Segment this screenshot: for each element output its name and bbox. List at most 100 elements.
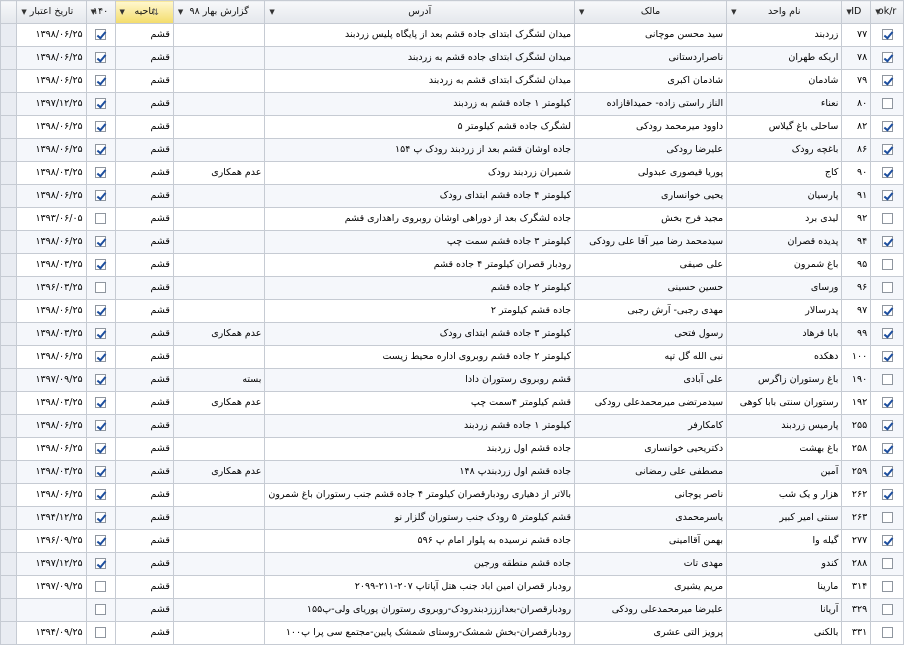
checkbox-ok[interactable] bbox=[881, 259, 893, 270]
table-row[interactable]: ۱۳۹۷/۱۲/۲۵ قشم کیلومتر ۱ جاده قشم به زردبن… bbox=[0, 92, 904, 116]
table-row[interactable]: ۱۳۹۴/۰۹/۲۵ قشم رودبارقصران-بخش شمشک-روستای… bbox=[0, 621, 904, 645]
cell-date[interactable]: ۱۳۹۸/۰۶/۲۵ bbox=[16, 46, 87, 70]
column-header-ok[interactable]: ▼ ok/r bbox=[870, 0, 904, 24]
row-selector[interactable] bbox=[0, 46, 18, 70]
cell-ok[interactable] bbox=[870, 253, 904, 277]
cell-140[interactable] bbox=[85, 69, 116, 93]
table-row[interactable]: ۱۳۹۸/۰۳/۲۵ قشم عدم همکاری قشم کیلومتر ۴سمت … bbox=[0, 391, 904, 415]
cell-address[interactable]: قشم روبروی رستوران دادا bbox=[264, 368, 576, 392]
row-selector[interactable] bbox=[0, 115, 18, 139]
cell-address[interactable]: جاده لشگرک بعد از دوراهی اوشان روبروی را… bbox=[264, 207, 576, 231]
checkbox-ok[interactable] bbox=[881, 305, 893, 316]
cell-unit[interactable]: باغ بهشت bbox=[726, 437, 843, 461]
checkbox-ok[interactable] bbox=[881, 604, 893, 615]
cell-address[interactable]: لشگرک جاده قشم کیلومتر ۵ bbox=[264, 115, 576, 139]
cell-id[interactable]: ۱۹۰ bbox=[841, 368, 872, 392]
table-row[interactable]: ۱۳۹۸/۰۶/۲۵ قشم میدان لشگرک ابتدای جاده قشم… bbox=[0, 46, 904, 70]
cell-id[interactable]: ۹۰ bbox=[841, 161, 872, 185]
cell-unit[interactable]: هزار و یک شب bbox=[726, 483, 843, 507]
cell-id[interactable]: ۲۵۵ bbox=[841, 414, 872, 438]
cell-region[interactable]: قشم bbox=[114, 621, 174, 645]
row-selector[interactable] bbox=[0, 414, 18, 438]
cell-unit[interactable]: پدیده قصران bbox=[726, 230, 843, 254]
cell-unit[interactable]: مارینا bbox=[726, 575, 843, 599]
cell-report[interactable] bbox=[172, 345, 266, 369]
table-row[interactable]: ۱۳۹۸/۰۶/۲۵ قشم کیلومتر ۳ جاده قشم سمت چپ سی… bbox=[0, 230, 904, 254]
cell-owner[interactable]: مصطفی علی رمضانی bbox=[574, 460, 728, 484]
table-row[interactable]: ۱۳۹۴/۱۲/۲۵ قشم قشم کیلومتر ۵ رودک جنب رستو… bbox=[0, 506, 904, 530]
cell-ok[interactable] bbox=[870, 184, 904, 208]
checkbox-140[interactable] bbox=[95, 282, 107, 293]
cell-report[interactable] bbox=[172, 437, 266, 461]
cell-address[interactable]: کیلومتر ۲ جاده قشم bbox=[264, 276, 576, 300]
checkbox-140[interactable] bbox=[95, 144, 107, 155]
cell-address[interactable]: میدان لشگرک ابتدای قشم به زردبند bbox=[264, 69, 576, 93]
dropdown-arrow-icon[interactable]: ▼ bbox=[731, 2, 736, 23]
cell-id[interactable]: ۲۸۸ bbox=[841, 552, 872, 576]
checkbox-ok[interactable] bbox=[881, 443, 893, 454]
checkbox-140[interactable] bbox=[95, 374, 107, 385]
row-selector[interactable] bbox=[0, 276, 18, 300]
cell-region[interactable]: قشم bbox=[114, 322, 174, 346]
cell-ok[interactable] bbox=[870, 529, 904, 553]
cell-owner[interactable]: شادمان اکبری bbox=[574, 69, 728, 93]
cell-date[interactable]: ۱۳۹۴/۱۲/۲۵ bbox=[16, 506, 87, 530]
row-selector[interactable] bbox=[0, 621, 18, 645]
table-row[interactable]: ۱۳۹۸/۰۶/۲۵ قشم جاده اوشان قشم بعد از زردبن… bbox=[0, 138, 904, 162]
checkbox-140[interactable] bbox=[95, 581, 107, 592]
cell-region[interactable]: قشم bbox=[114, 552, 174, 576]
cell-address[interactable]: میدان لشگرک ابتدای جاده قشم به زردبند bbox=[264, 46, 576, 70]
checkbox-ok[interactable] bbox=[881, 144, 893, 155]
cell-ok[interactable] bbox=[870, 115, 904, 139]
cell-unit[interactable]: باغ رستوران زاگرس bbox=[726, 368, 843, 392]
cell-id[interactable]: ۹۵ bbox=[841, 253, 872, 277]
cell-address[interactable]: جاده قشم اول زردبندپ ۱۴۸ bbox=[264, 460, 576, 484]
cell-id[interactable]: ۸۲ bbox=[841, 115, 872, 139]
cell-id[interactable]: ۷۸ bbox=[841, 46, 872, 70]
cell-owner[interactable]: سیدمحمد رضا میر آقا علی رودکی bbox=[574, 230, 728, 254]
cell-report[interactable]: عدم همکاری bbox=[172, 391, 266, 415]
cell-id[interactable]: ۸۶ bbox=[841, 138, 872, 162]
cell-region[interactable]: قشم bbox=[114, 92, 174, 116]
cell-date[interactable]: ۱۳۹۸/۰۳/۲۵ bbox=[16, 460, 87, 484]
cell-report[interactable]: عدم همکاری bbox=[172, 161, 266, 185]
cell-region[interactable]: قشم bbox=[114, 69, 174, 93]
cell-region[interactable]: قشم bbox=[114, 345, 174, 369]
cell-owner[interactable]: پرویز التی عشری bbox=[574, 621, 728, 645]
cell-ok[interactable] bbox=[870, 368, 904, 392]
cell-unit[interactable]: دهکده bbox=[726, 345, 843, 369]
dropdown-arrow-icon[interactable]: ▼ bbox=[178, 2, 183, 23]
cell-owner[interactable]: حسین حسینی bbox=[574, 276, 728, 300]
cell-140[interactable] bbox=[85, 46, 116, 70]
cell-owner[interactable]: مهدی رجبی- آرش رجبی bbox=[574, 299, 728, 323]
checkbox-ok[interactable] bbox=[881, 167, 893, 178]
cell-unit[interactable]: بالکنی bbox=[726, 621, 843, 645]
checkbox-ok[interactable] bbox=[881, 75, 893, 86]
checkbox-ok[interactable] bbox=[881, 190, 893, 201]
dropdown-arrow-icon[interactable]: ▼ bbox=[21, 2, 26, 23]
row-selector[interactable] bbox=[0, 322, 18, 346]
cell-report[interactable] bbox=[172, 23, 266, 47]
checkbox-140[interactable] bbox=[95, 627, 107, 638]
cell-owner[interactable]: نبی الله گل تپه bbox=[574, 345, 728, 369]
cell-140[interactable] bbox=[85, 575, 116, 599]
cell-address[interactable]: جاده قشم کیلومتر ۲ bbox=[264, 299, 576, 323]
cell-140[interactable] bbox=[85, 552, 116, 576]
cell-owner[interactable]: یاسرمحمدی bbox=[574, 506, 728, 530]
checkbox-ok[interactable] bbox=[881, 489, 893, 500]
cell-report[interactable] bbox=[172, 184, 266, 208]
cell-unit[interactable]: پارمیس زردبند bbox=[726, 414, 843, 438]
cell-address[interactable]: شمیران زردبند رودک bbox=[264, 161, 576, 185]
cell-date[interactable]: ۱۳۹۸/۰۶/۲۵ bbox=[16, 299, 87, 323]
cell-unit[interactable]: آمین bbox=[726, 460, 843, 484]
column-header-region[interactable]: ▼ ⇅ ناحیه bbox=[114, 0, 174, 24]
cell-report[interactable] bbox=[172, 115, 266, 139]
cell-owner[interactable]: ناصر یوجانی bbox=[574, 483, 728, 507]
checkbox-140[interactable] bbox=[95, 167, 107, 178]
table-row[interactable]: ۱۳۹۶/۰۳/۲۵ قشم کیلومتر ۲ جاده قشم حسین حسین… bbox=[0, 276, 904, 300]
checkbox-140[interactable] bbox=[95, 489, 107, 500]
cell-id[interactable]: ۲۵۸ bbox=[841, 437, 872, 461]
row-selector[interactable] bbox=[0, 437, 18, 461]
cell-unit[interactable]: سنتی امیر کبیر bbox=[726, 506, 843, 530]
cell-address[interactable]: کیلومتر ۴ جاده قشم ابتدای رودک bbox=[264, 184, 576, 208]
